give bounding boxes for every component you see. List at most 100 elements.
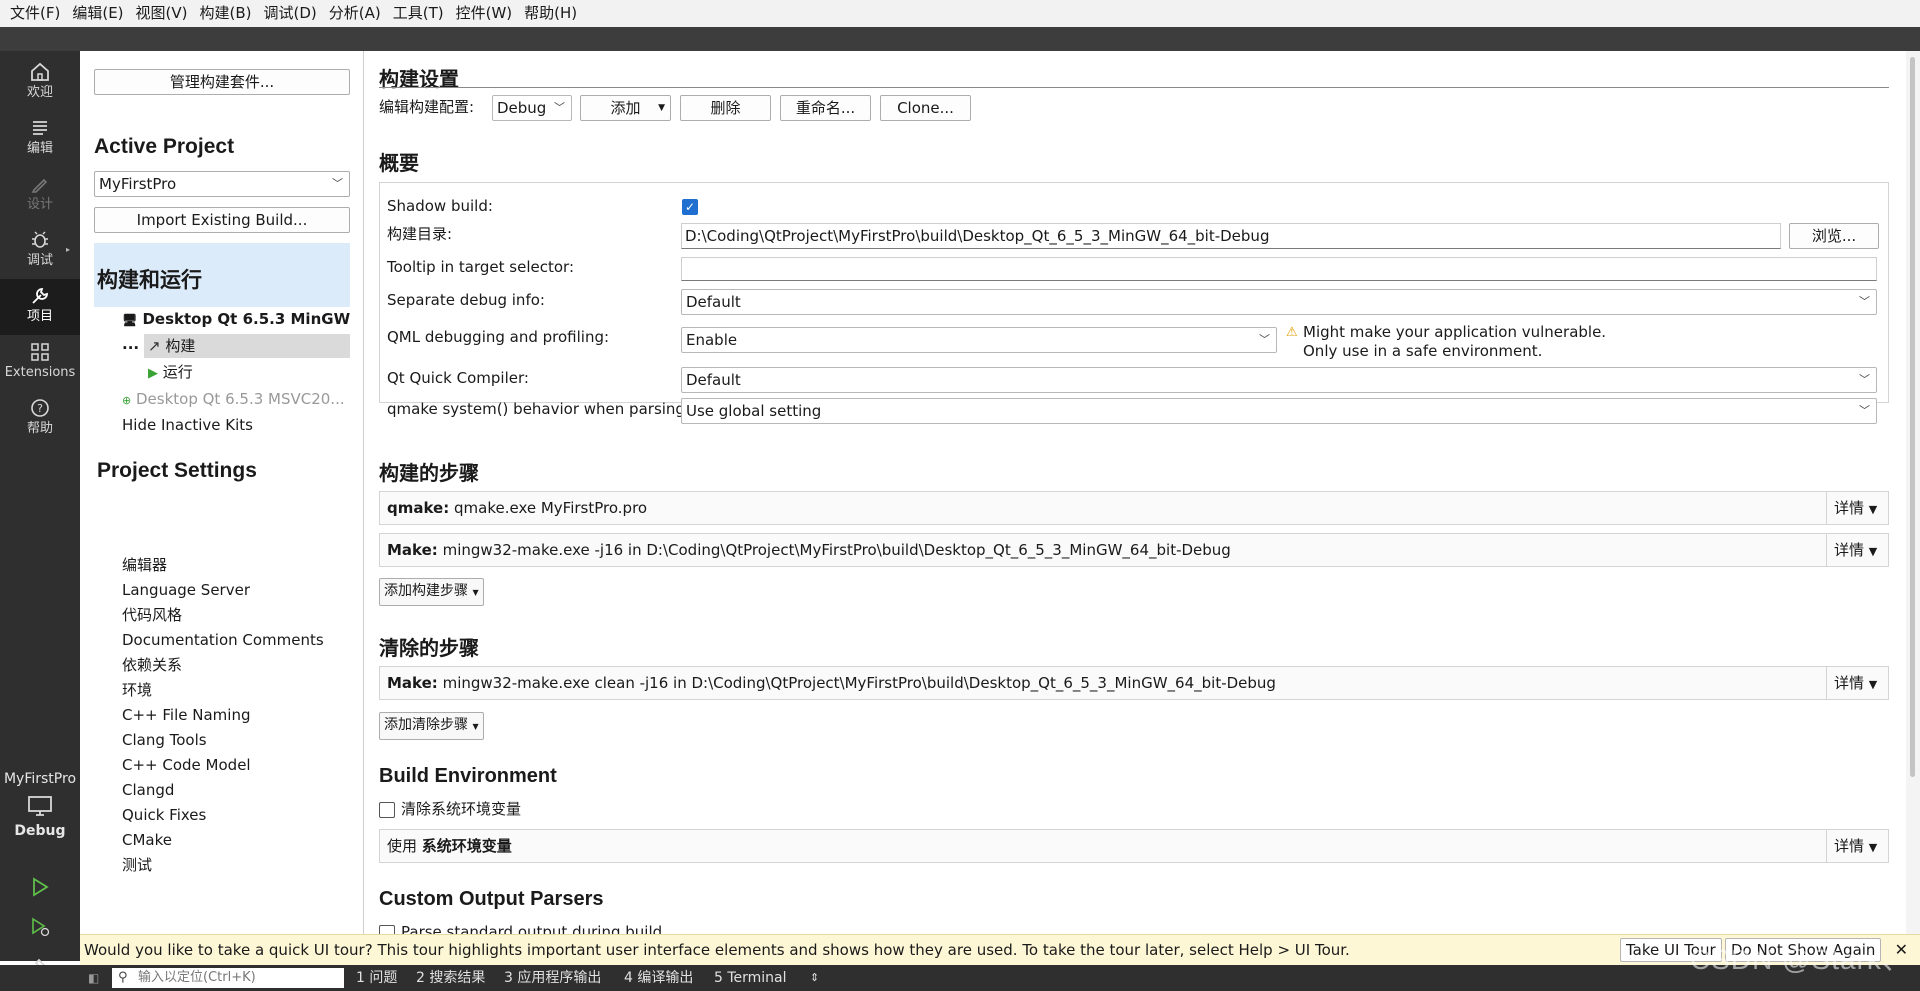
monitor-icon (28, 796, 52, 816)
details-button[interactable]: 详情 ▼ (1826, 667, 1888, 699)
help-icon: ? (31, 399, 49, 417)
parse-std-output-checkbox[interactable] (379, 925, 395, 934)
settings-item-cmake[interactable]: CMake (122, 828, 324, 853)
details-button[interactable]: 详情 ▼ (1826, 492, 1888, 524)
kit-build-item[interactable]: ↗ 构建 (144, 334, 350, 358)
clone-config-button[interactable]: Clone... (880, 95, 971, 121)
pane-search-results[interactable]: 2 搜索结果 (416, 965, 485, 991)
mode-extensions[interactable]: Extensions (0, 335, 80, 391)
menu-analyze[interactable]: 分析(A) (323, 0, 387, 27)
chevron-down-icon: ﹀ (1859, 295, 1870, 308)
clear-env-label: 清除系统环境变量 (401, 800, 522, 818)
debug-run-button[interactable] (0, 907, 80, 947)
kit-run-item[interactable]: ▶ 运行 (148, 360, 193, 386)
qt-quick-compiler-label: Qt Quick Compiler: (387, 369, 529, 387)
delete-config-button[interactable]: 删除 (680, 95, 771, 121)
browse-button[interactable]: 浏览... (1789, 223, 1879, 249)
menu-edit[interactable]: 编辑(E) (66, 0, 129, 27)
clear-env-checkbox[interactable] (379, 802, 395, 818)
qt-quick-compiler-value: Default (686, 371, 741, 389)
separate-debug-select[interactable]: Default ﹀ (681, 289, 1877, 315)
details-button[interactable]: 详情 ▼ (1826, 534, 1888, 566)
details-label: 详情 (1834, 499, 1865, 517)
qmake-system-label: qmake system() behavior when parsing: (387, 400, 691, 418)
settings-item-clangd[interactable]: Clangd (122, 778, 324, 803)
clean-step-make[interactable]: Make: mingw32-make.exe clean -j16 in D:\… (379, 666, 1889, 700)
add-build-step-button[interactable]: 添加构建步骤 ▼ (379, 578, 484, 606)
rename-config-button[interactable]: 重命名... (780, 95, 871, 121)
ui-tour-text: Would you like to take a quick UI tour? … (84, 941, 1350, 959)
sidebar-toggle-icon[interactable]: ◧ (88, 965, 99, 991)
settings-item-quick-fixes[interactable]: Quick Fixes (122, 803, 324, 828)
use-env-prefix: 使用 (387, 837, 418, 855)
build-config-select[interactable]: Debug ﹀ (492, 95, 572, 121)
hide-inactive-kits-link[interactable]: Hide Inactive Kits (122, 413, 253, 437)
settings-item-editor[interactable]: 编辑器 (122, 553, 324, 578)
add-config-button[interactable]: 添加 ▼ (580, 95, 671, 121)
chevron-down-icon: ﹀ (1859, 373, 1870, 386)
scrollbar[interactable] (1906, 51, 1920, 934)
parse-std-output-label: Parse standard output during build (401, 923, 663, 934)
caret-down-icon: ▼ (1868, 678, 1878, 691)
tooltip-selector-field[interactable] (681, 257, 1877, 281)
mode-help[interactable]: ? 帮助 (0, 391, 80, 447)
caret-down-icon: ▼ (1868, 545, 1878, 558)
details-button[interactable]: 详情 ▼ (1826, 830, 1888, 862)
menu-tools[interactable]: 工具(T) (387, 0, 450, 27)
extensions-icon (31, 343, 49, 361)
settings-item-dependencies[interactable]: 依赖关系 (122, 653, 324, 678)
qmake-system-select[interactable]: Use global setting ﹀ (681, 398, 1877, 424)
qt-quick-compiler-select[interactable]: Default ﹀ (681, 367, 1877, 393)
build-step-qmake[interactable]: qmake: qmake.exe MyFirstPro.pro 详情 ▼ (379, 491, 1889, 525)
toolbar-strip (0, 27, 1920, 51)
qml-debugging-label: QML debugging and profiling: (387, 328, 610, 346)
pane-switch-icon[interactable]: ⇕ (810, 965, 819, 991)
mode-debug[interactable]: 调试 ▸ (0, 223, 80, 279)
settings-item-clang-tools[interactable]: Clang Tools (122, 728, 324, 753)
add-clean-step-button[interactable]: 添加清除步骤 ▼ (379, 712, 484, 740)
build-dir-label: 构建目录: (387, 225, 453, 243)
project-settings-heading: Project Settings (97, 459, 257, 482)
kit-selector[interactable]: MyFirstPro Debug (0, 771, 80, 839)
settings-item-testing[interactable]: 测试 (122, 853, 324, 878)
active-project-select[interactable]: MyFirstPro ﹀ (94, 171, 350, 197)
menu-debug[interactable]: 调试(D) (258, 0, 323, 27)
settings-item-cpp-code-model[interactable]: C++ Code Model (122, 753, 324, 778)
run-icon (33, 877, 49, 897)
inactive-kit-item[interactable]: ⊕ Desktop Qt 6.5.3 MSVC20... (122, 387, 345, 413)
mode-welcome[interactable]: 欢迎 (0, 55, 80, 111)
menu-help[interactable]: 帮助(H) (518, 0, 583, 27)
mode-projects[interactable]: 项目 (0, 279, 80, 335)
menu-build[interactable]: 构建(B) (194, 0, 258, 27)
pane-compile-output[interactable]: 4 编译输出 (624, 965, 693, 991)
active-project-value: MyFirstPro (99, 175, 177, 193)
pane-issues[interactable]: 1 问题 (356, 965, 397, 991)
project-sidebar: 管理构建套件... Active Project MyFirstPro ﹀ Im… (80, 51, 364, 934)
build-run-heading: 构建和运行 (97, 269, 202, 292)
settings-item-cpp-file-naming[interactable]: C++ File Naming (122, 703, 324, 728)
build-step-make[interactable]: Make: mingw32-make.exe -j16 in D:\Coding… (379, 533, 1889, 567)
mode-edit[interactable]: 编辑 (0, 111, 80, 167)
shadow-build-checkbox[interactable]: ✓ (682, 199, 698, 215)
status-bar: ◧ ⚲ 输入以定位(Ctrl+K) 1 问题 2 搜索结果 3 应用程序输出 4… (0, 965, 1920, 991)
run-button[interactable] (0, 867, 80, 907)
menu-file[interactable]: 文件(F) (4, 0, 66, 27)
build-dir-field[interactable]: D:\Coding\QtProject\MyFirstPro\build\Des… (681, 223, 1781, 249)
pane-terminal[interactable]: 5 Terminal (714, 965, 787, 991)
manage-kits-button[interactable]: 管理构建套件... (94, 69, 350, 95)
locator-input[interactable]: ⚲ 输入以定位(Ctrl+K) (112, 968, 344, 988)
mode-design[interactable]: 设计 (0, 167, 80, 223)
caret-down-icon: ▼ (1868, 841, 1878, 854)
system-environment-row[interactable]: 使用 系统环境变量 详情 ▼ (379, 829, 1889, 863)
import-existing-build-button[interactable]: Import Existing Build... (94, 207, 350, 233)
settings-item-documentation-comments[interactable]: Documentation Comments (122, 628, 324, 653)
settings-item-code-style[interactable]: 代码风格 (122, 603, 324, 628)
qml-debugging-select[interactable]: Enable ﹀ (681, 327, 1277, 353)
menu-view[interactable]: 视图(V) (130, 0, 194, 27)
bug-icon (32, 231, 48, 248)
settings-item-environment[interactable]: 环境 (122, 678, 324, 703)
settings-item-language-server[interactable]: Language Server (122, 578, 324, 603)
pane-application-output[interactable]: 3 应用程序输出 (504, 965, 601, 991)
scrollbar-thumb[interactable] (1910, 57, 1915, 777)
menu-widgets[interactable]: 控件(W) (450, 0, 519, 27)
